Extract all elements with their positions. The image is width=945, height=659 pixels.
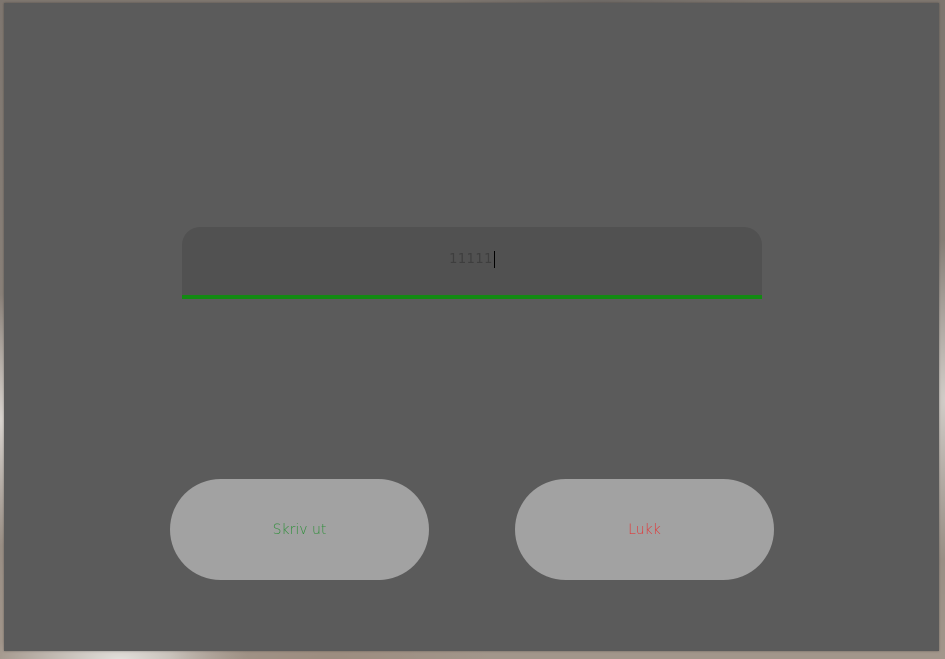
print-dialog: 11111 Skriv ut Lukk bbox=[4, 3, 939, 651]
print-button[interactable]: Skriv ut bbox=[170, 479, 429, 580]
number-input-field[interactable]: 11111 bbox=[182, 227, 762, 299]
close-button-label: Lukk bbox=[628, 521, 661, 538]
number-input-value: 11111 bbox=[449, 251, 493, 267]
print-button-label: Skriv ut bbox=[272, 521, 327, 538]
close-button[interactable]: Lukk bbox=[515, 479, 774, 580]
number-input-value-wrap: 11111 bbox=[449, 250, 495, 268]
text-caret bbox=[493, 250, 495, 268]
